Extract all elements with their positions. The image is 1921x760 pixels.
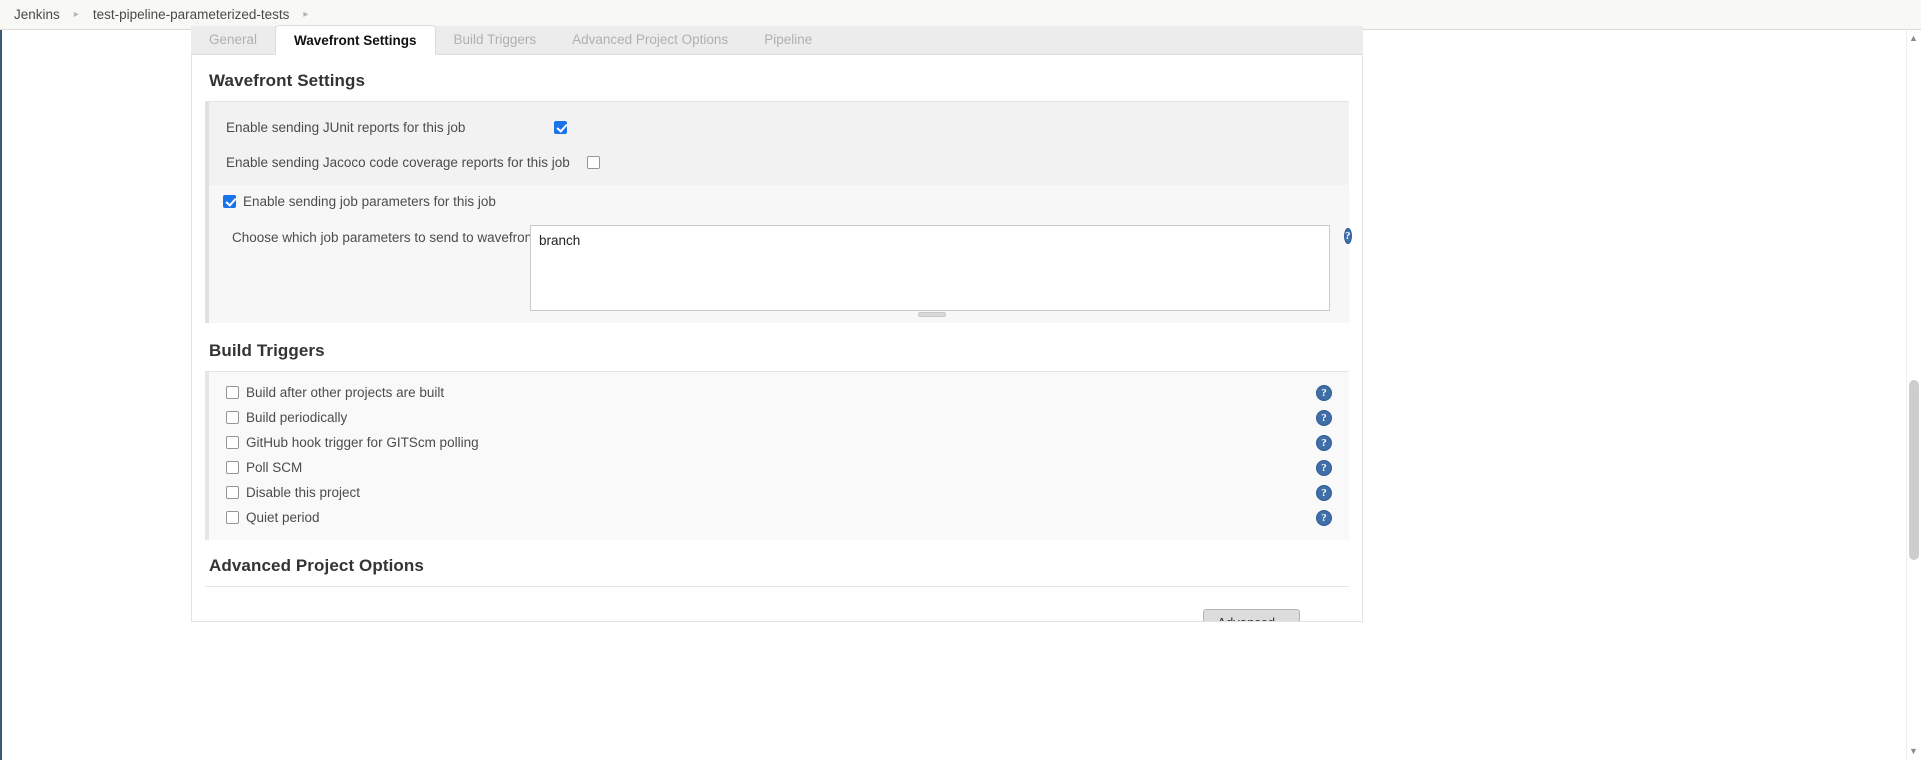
row-enable-job-parameters: Enable sending job parameters for this j…	[209, 185, 1349, 217]
textarea-resize-handle[interactable]	[918, 312, 946, 317]
github-hook-trigger-help-icon[interactable]: ?	[1316, 434, 1332, 451]
github-hook-trigger-checkbox[interactable]	[226, 436, 239, 449]
enable-job-parameters-label: Enable sending job parameters for this j…	[243, 193, 496, 209]
tab-pipeline[interactable]: Pipeline	[746, 25, 830, 54]
disable-this-project-label: Disable this project	[246, 485, 361, 500]
breadcrumb-separator-icon: ▸	[73, 8, 79, 20]
config-tab-bar: General Wavefront Settings Build Trigger…	[191, 25, 1363, 55]
tab-wavefront-settings[interactable]: Wavefront Settings	[275, 25, 436, 55]
enable-jacoco-label: Enable sending Jacoco code coverage repo…	[226, 154, 570, 170]
jenkins-job-config-page: Jenkins ▸ test-pipeline-parameterized-te…	[0, 0, 1921, 760]
enable-junit-checkbox[interactable]	[554, 120, 568, 134]
trigger-row-disable-this-project: Disable this project ?	[209, 480, 1349, 505]
wavefront-settings-heading: Wavefront Settings	[209, 71, 366, 90]
build-after-other-projects-checkbox[interactable]	[226, 386, 239, 399]
advanced-button-row: Advanced...	[192, 587, 1362, 621]
job-parameters-textarea-wrapper	[530, 225, 1330, 317]
tab-general[interactable]: General	[191, 25, 275, 54]
enable-jacoco-checkbox[interactable]	[586, 155, 600, 169]
scroll-down-arrow-icon[interactable]: ▼	[1907, 745, 1920, 758]
advanced-project-options-heading: Advanced Project Options	[209, 556, 424, 575]
advanced-button[interactable]: Advanced...	[1203, 609, 1300, 621]
poll-scm-label: Poll SCM	[246, 460, 303, 475]
poll-scm-checkbox[interactable]	[226, 461, 239, 474]
github-hook-trigger-label: GitHub hook trigger for GITScm polling	[246, 435, 479, 450]
quiet-period-checkbox[interactable]	[226, 511, 239, 524]
row-enable-junit: Enable sending JUnit reports for this jo…	[209, 108, 1349, 146]
build-after-other-projects-label: Build after other projects are built	[246, 385, 445, 400]
enable-junit-label: Enable sending JUnit reports for this jo…	[226, 119, 466, 135]
build-periodically-checkbox[interactable]	[226, 411, 239, 424]
row-enable-jacoco: Enable sending Jacoco code coverage repo…	[209, 146, 1349, 178]
job-parameters-subblock: Enable sending job parameters for this j…	[205, 185, 1352, 323]
build-triggers-heading: Build Triggers	[209, 341, 325, 360]
breadcrumb-separator-icon-2: ▸	[303, 8, 309, 20]
trigger-row-quiet-period: Quiet period ?	[209, 505, 1349, 530]
disable-this-project-checkbox[interactable]	[226, 486, 239, 499]
breadcrumb-item-jenkins[interactable]: Jenkins	[14, 7, 60, 22]
build-periodically-label: Build periodically	[246, 410, 348, 425]
page-scrollbar[interactable]: ▲ ▼	[1906, 30, 1921, 760]
row-choose-job-parameters: Choose which job parameters to send to w…	[209, 217, 1352, 317]
build-periodically-help-icon[interactable]: ?	[1316, 409, 1332, 426]
quiet-period-help-icon[interactable]: ?	[1316, 509, 1332, 526]
scrollbar-thumb[interactable]	[1909, 380, 1919, 560]
tab-build-triggers[interactable]: Build Triggers	[436, 25, 555, 54]
breadcrumb-item-job[interactable]: test-pipeline-parameterized-tests	[93, 7, 290, 22]
trigger-row-github-hook-trigger: GitHub hook trigger for GITScm polling ?	[209, 430, 1349, 455]
disable-this-project-help-icon[interactable]: ?	[1316, 484, 1332, 501]
job-parameters-help-icon[interactable]: ?	[1344, 228, 1352, 244]
quiet-period-label: Quiet period	[246, 510, 320, 525]
tab-advanced-project-options[interactable]: Advanced Project Options	[554, 25, 746, 54]
build-triggers-list: Build after other projects are built ? B…	[205, 372, 1349, 540]
scroll-up-arrow-icon[interactable]: ▲	[1907, 32, 1920, 45]
wavefront-settings-rows: Enable sending JUnit reports for this jo…	[205, 102, 1352, 323]
build-after-other-projects-help-icon[interactable]: ?	[1316, 384, 1332, 401]
choose-job-parameters-label: Choose which job parameters to send to w…	[232, 230, 536, 245]
config-panel: Wavefront Settings Enable sending JUnit …	[191, 55, 1363, 622]
enable-job-parameters-checkbox[interactable]	[223, 194, 236, 208]
trigger-row-build-periodically: Build periodically ?	[209, 405, 1349, 430]
poll-scm-help-icon[interactable]: ?	[1316, 459, 1332, 476]
trigger-row-poll-scm: Poll SCM ?	[209, 455, 1349, 480]
trigger-row-build-after-other-projects: Build after other projects are built ?	[209, 380, 1349, 405]
left-accent-rule	[0, 30, 2, 760]
job-parameters-textarea[interactable]	[530, 225, 1330, 311]
